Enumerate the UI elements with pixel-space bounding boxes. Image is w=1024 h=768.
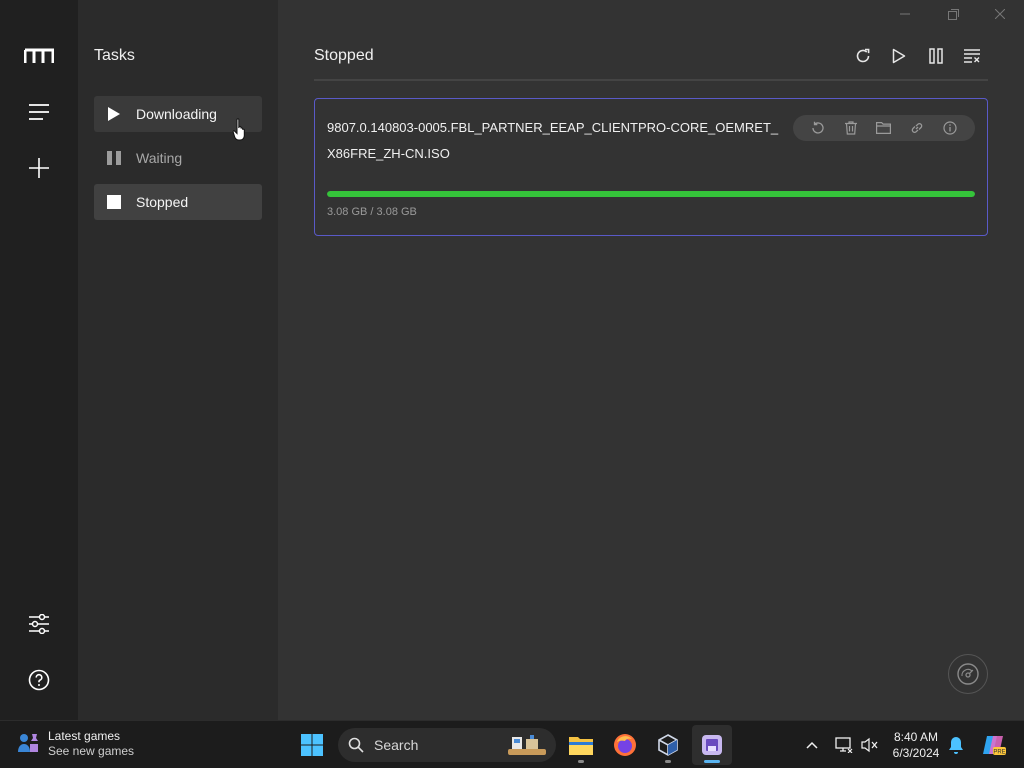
search-icon <box>348 737 364 753</box>
system-clock[interactable]: 8:40 AM 6/3/2024 <box>884 729 948 761</box>
windows-start-icon[interactable] <box>292 725 332 765</box>
task-filename: 9807.0.140803-0005.FBL_PARTNER_EEAP_CLIE… <box>327 120 779 161</box>
file-explorer-icon[interactable] <box>561 725 601 765</box>
game-pieces-icon <box>16 730 40 759</box>
search-highlight-icon <box>504 733 548 762</box>
volume-muted-icon[interactable] <box>858 733 882 757</box>
sidebar-item-label: Stopped <box>136 194 189 210</box>
minimize-icon[interactable] <box>890 4 920 24</box>
sidebar-item-label: Downloading <box>136 106 217 122</box>
delete-icon[interactable] <box>841 118 861 138</box>
close-icon[interactable] <box>985 4 1015 24</box>
progress-bar <box>327 191 975 197</box>
task-size: 3.08 GB / 3.08 GB <box>327 206 417 218</box>
menu-icon[interactable] <box>19 92 59 132</box>
running-indicator <box>704 760 720 763</box>
stop-icon <box>107 195 121 209</box>
widget-title: Latest games <box>48 729 121 743</box>
clock-date: 6/3/2024 <box>892 746 940 760</box>
motrix-app-icon[interactable] <box>692 725 732 765</box>
running-indicator <box>665 760 671 763</box>
pause-all-icon[interactable] <box>924 44 948 68</box>
play-icon <box>107 107 121 121</box>
refresh-icon[interactable] <box>851 44 875 68</box>
task-action-bar <box>793 115 975 141</box>
sidebar-title: Tasks <box>94 47 135 64</box>
info-icon[interactable] <box>940 118 960 138</box>
maximize-icon[interactable] <box>938 4 968 24</box>
add-task-icon[interactable] <box>19 148 59 188</box>
clear-list-icon[interactable] <box>960 44 984 68</box>
taskbar: Latest games See new games Search 8:40 A… <box>0 720 1024 768</box>
clock-time: 8:40 AM <box>893 730 939 744</box>
sidebar-item-label: Waiting <box>136 150 183 166</box>
running-indicator <box>578 760 584 763</box>
speedometer-icon[interactable] <box>948 654 988 694</box>
chevron-up-icon[interactable] <box>800 733 824 757</box>
firefox-icon[interactable] <box>605 725 645 765</box>
main-panel: Stopped 9807.0.140803-0005.FBL_PARTNER_E… <box>278 0 1024 720</box>
notification-bell-icon[interactable] <box>944 733 968 757</box>
hand-cursor-icon <box>232 118 248 147</box>
page-title: Stopped <box>314 47 374 64</box>
taskbar-search[interactable]: Search <box>338 728 556 762</box>
header-divider <box>314 79 988 81</box>
pause-icon <box>107 151 121 165</box>
settings-sliders-icon[interactable] <box>19 604 59 644</box>
task-card[interactable]: 9807.0.140803-0005.FBL_PARTNER_EEAP_CLIE… <box>314 98 988 236</box>
sidebar-item-stopped[interactable]: Stopped <box>94 184 262 220</box>
app-logo-icon <box>19 36 59 76</box>
svg-text:PRE: PRE <box>993 750 1005 756</box>
task-sidebar: Tasks Downloading Waiting Stopped <box>78 0 278 720</box>
copilot-icon[interactable]: PRE <box>980 733 1008 757</box>
icon-rail <box>0 0 78 720</box>
restart-icon[interactable] <box>808 118 828 138</box>
network-icon[interactable] <box>832 733 856 757</box>
resume-all-icon[interactable] <box>887 44 911 68</box>
folder-icon[interactable] <box>874 118 894 138</box>
progress-bar-fill <box>327 191 975 197</box>
virtualbox-icon[interactable] <box>648 725 688 765</box>
games-widget[interactable]: Latest games See new games <box>16 729 134 759</box>
search-label: Search <box>374 737 419 753</box>
help-icon[interactable] <box>19 660 59 700</box>
widget-subtitle: See new games <box>48 744 135 758</box>
link-icon[interactable] <box>907 118 927 138</box>
